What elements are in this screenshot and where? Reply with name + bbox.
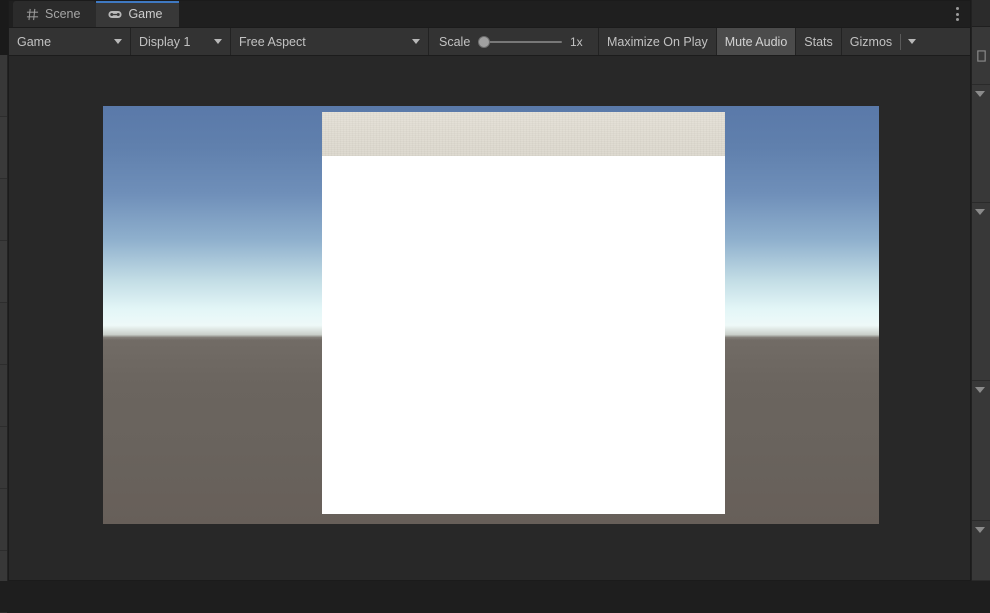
kebab-menu-icon[interactable] bbox=[944, 1, 970, 27]
inspector-section[interactable] bbox=[972, 381, 990, 521]
tab-scene[interactable]: Scene bbox=[13, 1, 97, 27]
ui-canvas-panel-header bbox=[322, 112, 725, 156]
left-dock-row[interactable] bbox=[0, 489, 7, 551]
maximize-on-play-label: Maximize On Play bbox=[607, 34, 708, 49]
game-viewport[interactable] bbox=[9, 56, 970, 580]
mute-audio-label: Mute Audio bbox=[724, 34, 788, 49]
left-dock-row[interactable] bbox=[0, 427, 7, 489]
component-icon[interactable] bbox=[972, 27, 990, 85]
gizmos-dropdown-arrow[interactable] bbox=[901, 28, 923, 55]
scale-slider-group[interactable]: Scale 1x bbox=[429, 28, 599, 55]
left-dock-row[interactable] bbox=[0, 241, 7, 303]
scale-slider-knob[interactable] bbox=[478, 35, 491, 48]
ui-canvas-panel[interactable] bbox=[322, 112, 725, 514]
left-dock-row[interactable] bbox=[0, 117, 7, 179]
chevron-down-icon[interactable] bbox=[975, 387, 985, 393]
scale-slider[interactable] bbox=[478, 35, 562, 49]
maximize-on-play-button[interactable]: Maximize On Play bbox=[599, 28, 717, 55]
chevron-down-icon[interactable] bbox=[975, 209, 985, 215]
display-label: Display 1 bbox=[139, 34, 191, 49]
ui-canvas-panel-body bbox=[322, 156, 725, 514]
left-dock-row[interactable] bbox=[0, 179, 7, 241]
inspector-section[interactable] bbox=[972, 203, 990, 381]
left-dock-row[interactable] bbox=[0, 365, 7, 427]
chevron-down-icon bbox=[114, 39, 122, 44]
game-target-label: Game bbox=[17, 34, 52, 49]
chevron-down-icon[interactable] bbox=[975, 527, 985, 533]
tab-game[interactable]: Game bbox=[96, 1, 179, 27]
aspect-ratio-label: Free Aspect bbox=[239, 34, 306, 49]
stats-label: Stats bbox=[804, 34, 833, 49]
game-render-surface[interactable] bbox=[103, 106, 879, 524]
aspect-ratio-dropdown[interactable]: Free Aspect bbox=[231, 28, 429, 55]
panel-tabbar: Scene Game bbox=[9, 1, 970, 28]
grid-icon bbox=[25, 7, 39, 21]
scale-value: 1x bbox=[570, 34, 583, 49]
game-panel: Scene Game Game Display 1 Free Aspect Sc… bbox=[8, 0, 971, 581]
display-dropdown[interactable]: Display 1 bbox=[131, 28, 231, 55]
scale-label: Scale bbox=[439, 34, 471, 49]
chevron-down-icon bbox=[412, 39, 420, 44]
stats-button[interactable]: Stats bbox=[796, 28, 842, 55]
left-dock-row[interactable] bbox=[0, 551, 7, 613]
left-dock-row[interactable] bbox=[0, 303, 7, 365]
game-view-toolbar: Game Display 1 Free Aspect Scale 1x Maxi… bbox=[9, 28, 970, 56]
tab-game-label: Game bbox=[128, 7, 163, 21]
tab-scene-label: Scene bbox=[45, 7, 81, 21]
game-target-dropdown[interactable]: Game bbox=[9, 28, 131, 55]
gizmos-button[interactable]: Gizmos bbox=[841, 28, 924, 55]
unity-editor-window: Scene Game Game Display 1 Free Aspect Sc… bbox=[0, 0, 990, 613]
chevron-down-icon[interactable] bbox=[975, 91, 985, 97]
inspector-section[interactable] bbox=[972, 85, 990, 203]
mute-audio-button[interactable]: Mute Audio bbox=[716, 28, 797, 55]
scale-slider-track bbox=[478, 40, 562, 43]
left-dock-row[interactable] bbox=[0, 55, 7, 117]
inspector-section[interactable] bbox=[972, 521, 990, 581]
gizmos-label: Gizmos bbox=[849, 34, 893, 49]
chevron-down-icon bbox=[214, 39, 222, 44]
gamepad-icon bbox=[108, 7, 123, 21]
right-dock-strip[interactable] bbox=[971, 0, 990, 581]
left-dock-strip[interactable] bbox=[0, 55, 8, 613]
right-dock-tabbar[interactable] bbox=[972, 0, 990, 27]
chevron-down-icon bbox=[908, 39, 917, 44]
